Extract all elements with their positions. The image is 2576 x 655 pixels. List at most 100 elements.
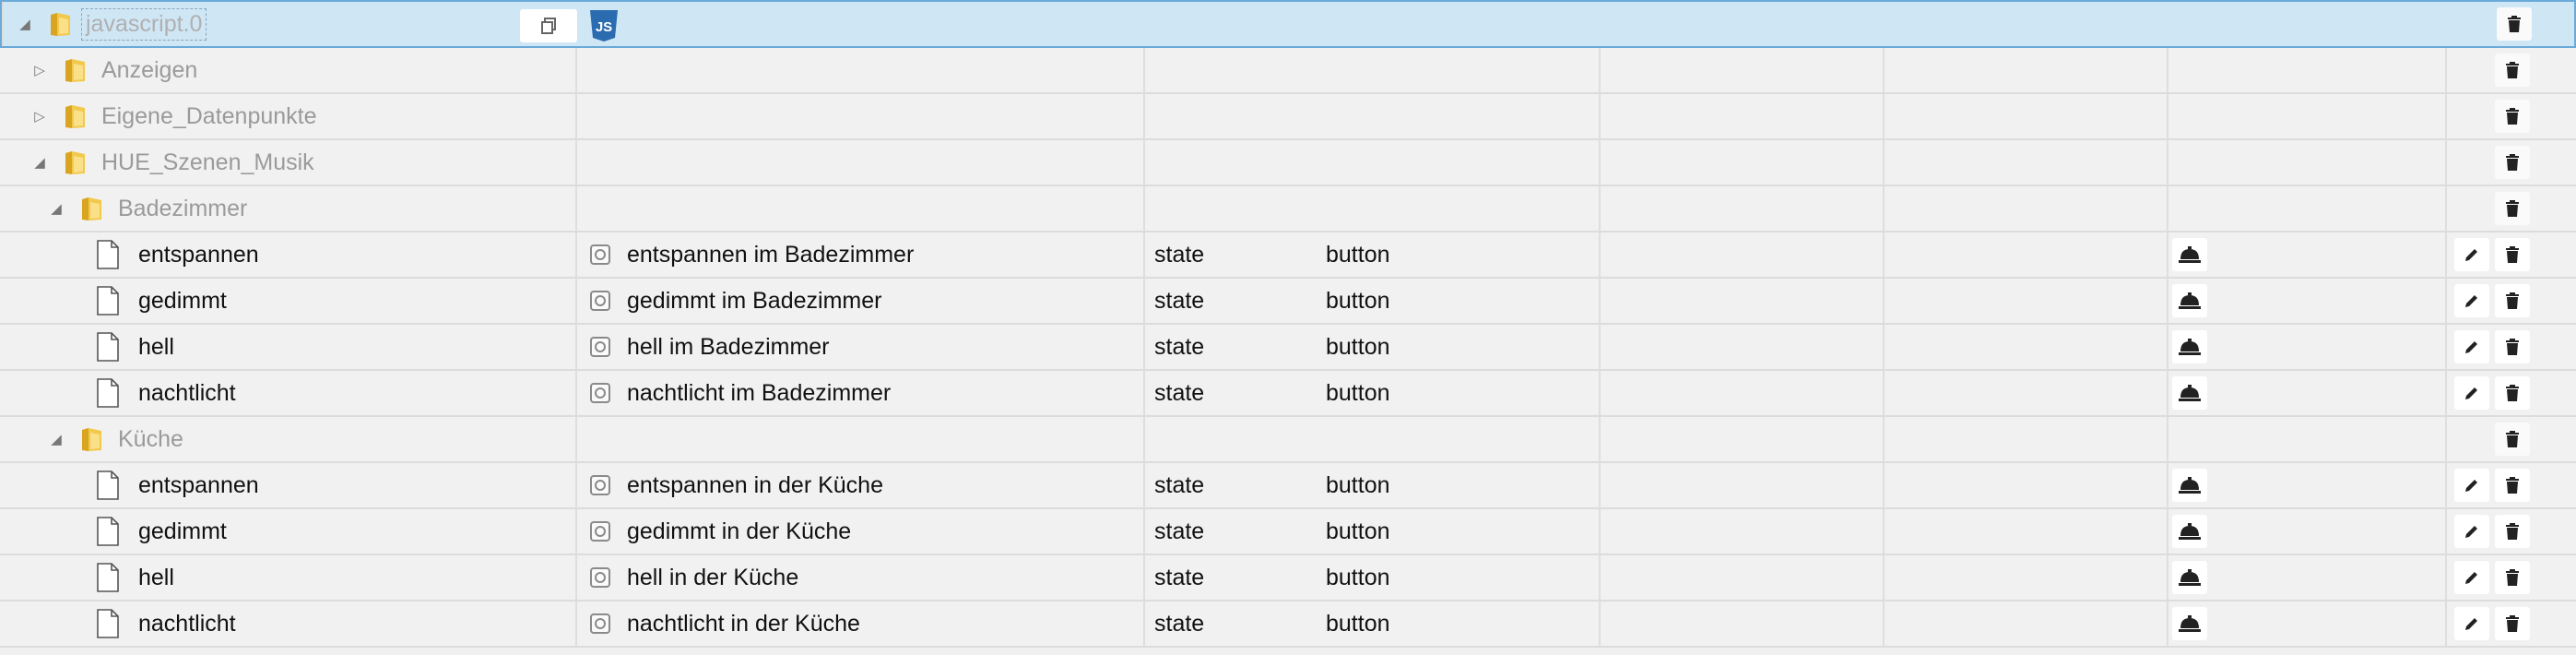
state-description: entspannen im Badezimmer — [627, 241, 915, 268]
folder-icon — [63, 94, 89, 138]
edit-button[interactable] — [2454, 607, 2489, 640]
state-name[interactable]: gedimmt — [138, 279, 227, 323]
delete-button[interactable] — [2495, 192, 2530, 225]
expander[interactable]: ▷ — [30, 94, 50, 138]
folder-name[interactable]: Küche — [118, 426, 183, 453]
delete-button[interactable] — [2495, 561, 2530, 594]
state-type-icon — [590, 383, 610, 403]
tree-row-state[interactable]: hell hell in der Küche state button — [0, 555, 2576, 601]
folder-name[interactable]: Anzeigen — [101, 57, 197, 84]
column-separator — [1143, 325, 1145, 369]
collapse-triangle-icon[interactable]: ◢ — [46, 198, 66, 219]
column-separator — [2167, 140, 2168, 185]
tree-row-folder[interactable]: ◢ Küche — [0, 417, 2576, 463]
column-separator — [2445, 463, 2447, 507]
delete-button[interactable] — [2495, 330, 2530, 363]
expander[interactable]: ◢ — [30, 140, 50, 185]
column-separator — [2445, 48, 2447, 92]
tree-row-state[interactable]: hell hell im Badezimmer state button — [0, 325, 2576, 371]
column-separator — [575, 555, 577, 600]
delete-button[interactable] — [2495, 423, 2530, 456]
state-description-cell: nachtlicht im Badezimmer — [590, 371, 891, 415]
trigger-button[interactable] — [2172, 238, 2207, 271]
state-description-cell: entspannen im Badezimmer — [590, 232, 914, 277]
trigger-button[interactable] — [2172, 330, 2207, 363]
tree-row-folder[interactable]: ▷ Eigene_Datenpunkte — [0, 94, 2576, 140]
delete-button[interactable] — [2495, 100, 2530, 133]
delete-cell — [2495, 371, 2530, 415]
tree-row-folder[interactable]: ◢ HUE_Szenen_Musik — [0, 140, 2576, 186]
collapse-triangle-icon[interactable]: ◢ — [46, 429, 66, 449]
delete-button[interactable] — [2495, 469, 2530, 502]
column-separator — [1143, 232, 1145, 277]
tree-row-root[interactable]: ◢ javascript.0 JS — [0, 0, 2576, 48]
delete-cell — [2495, 417, 2530, 461]
object-type: state — [1154, 379, 1205, 406]
expander[interactable]: ◢ — [46, 186, 66, 231]
delete-button[interactable] — [2495, 515, 2530, 548]
folder-name[interactable]: Badezimmer — [118, 196, 247, 222]
column-separator — [575, 509, 577, 554]
state-name[interactable]: entspannen — [138, 232, 259, 277]
tree-row-state[interactable]: entspannen entspannen in der Küche state bu… — [0, 463, 2576, 509]
state-name[interactable]: gedimmt — [138, 509, 227, 554]
edit-button[interactable] — [2454, 330, 2489, 363]
delete-button[interactable] — [2495, 146, 2530, 179]
expander-icon[interactable]: ◢ — [15, 2, 35, 46]
delete-cell — [2495, 140, 2530, 185]
state-description: entspannen in der Küche — [627, 471, 883, 498]
state-name[interactable]: nachtlicht — [138, 371, 236, 415]
state-name[interactable]: nachtlicht — [138, 601, 236, 646]
edit-button[interactable] — [2454, 238, 2489, 271]
trigger-cell — [2172, 232, 2207, 277]
tree-row-state[interactable]: gedimmt gedimmt in der Küche state button — [0, 509, 2576, 555]
root-name[interactable]: javascript.0 — [81, 7, 207, 41]
column-separator — [575, 94, 577, 138]
object-role: button — [1326, 333, 1390, 360]
collapse-triangle-icon[interactable]: ◢ — [30, 152, 50, 173]
trigger-button[interactable] — [2172, 469, 2207, 502]
state-name[interactable]: hell — [138, 555, 174, 600]
edit-button[interactable] — [2454, 469, 2489, 502]
column-separator — [1883, 48, 1885, 92]
state-name[interactable]: entspannen — [138, 463, 259, 507]
delete-button[interactable] — [2495, 54, 2530, 87]
state-name[interactable]: hell — [138, 325, 174, 369]
tree-row-state[interactable]: nachtlicht nachtlicht im Badezimmer state b… — [0, 371, 2576, 417]
collapse-triangle-icon[interactable]: ◢ — [15, 14, 35, 34]
tree-row-folder[interactable]: ◢ Badezimmer — [0, 186, 2576, 232]
delete-button[interactable] — [2495, 284, 2530, 317]
pencil-icon — [2465, 480, 2477, 492]
trigger-button[interactable] — [2172, 376, 2207, 410]
edit-button[interactable] — [2454, 284, 2489, 317]
trigger-cell — [2172, 279, 2207, 323]
folder-name[interactable]: HUE_Szenen_Musik — [101, 149, 314, 176]
column-separator — [1883, 555, 1885, 600]
edit-button[interactable] — [2454, 515, 2489, 548]
delete-button[interactable] — [2495, 376, 2530, 410]
state-type-icon — [590, 337, 610, 357]
tree-row-state[interactable]: entspannen entspannen im Badezimmer state b… — [0, 232, 2576, 279]
expand-triangle-icon[interactable]: ▷ — [30, 106, 50, 126]
tree-row-state[interactable]: gedimmt gedimmt im Badezimmer state button — [0, 279, 2576, 325]
delete-button[interactable] — [2497, 7, 2532, 41]
edit-cell — [2454, 371, 2489, 415]
tree-row-folder[interactable]: ▷ Anzeigen — [0, 48, 2576, 94]
expander[interactable]: ▷ — [30, 48, 50, 92]
folder-name[interactable]: Eigene_Datenpunkte — [101, 103, 317, 130]
delete-button[interactable] — [2495, 607, 2530, 640]
trigger-button[interactable] — [2172, 607, 2207, 640]
trigger-button[interactable] — [2172, 515, 2207, 548]
edit-cell — [2454, 463, 2489, 507]
expand-triangle-icon[interactable]: ▷ — [30, 60, 50, 80]
edit-button[interactable] — [2454, 561, 2489, 594]
column-separator — [1143, 555, 1145, 600]
copy-button[interactable] — [520, 9, 577, 42]
column-separator — [1143, 48, 1145, 92]
delete-button[interactable] — [2495, 238, 2530, 271]
expander[interactable]: ◢ — [46, 417, 66, 461]
edit-button[interactable] — [2454, 376, 2489, 410]
tree-row-state[interactable]: nachtlicht nachtlicht in der Küche state bu… — [0, 601, 2576, 648]
trigger-button[interactable] — [2172, 284, 2207, 317]
trigger-button[interactable] — [2172, 561, 2207, 594]
